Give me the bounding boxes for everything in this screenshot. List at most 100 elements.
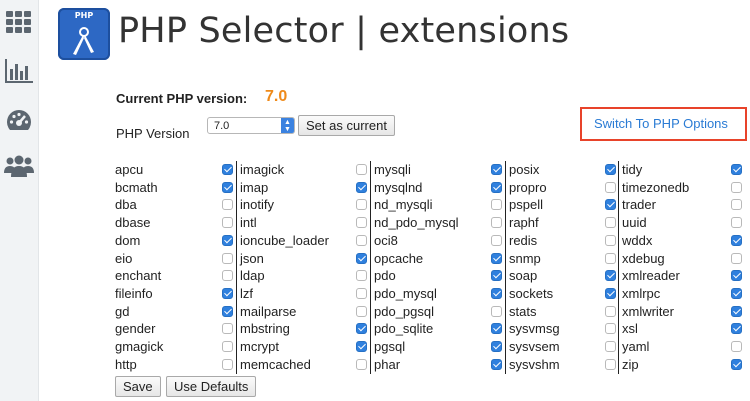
extension-checkbox[interactable] [731,287,742,299]
extension-name: xmlreader [622,268,680,284]
extension-name: timezonedb [622,179,690,195]
extension-checkbox[interactable] [731,234,742,246]
extension-checkbox[interactable] [491,358,502,370]
extension-name: snmp [509,250,541,266]
bar-chart-icon[interactable] [4,56,34,86]
extension-checkbox[interactable] [491,287,502,299]
extension-row: sysvmsg [506,320,619,338]
extension-checkbox[interactable] [605,305,616,317]
extension-checkbox[interactable] [731,217,742,229]
extension-column: mysqli mysqlnd nd_mysqli nd_pdo_mysql oci8 op… [370,161,506,374]
extension-checkbox[interactable] [222,217,233,229]
extension-checkbox[interactable] [605,199,616,211]
extension-checkbox[interactable] [605,270,616,282]
extension-checkbox[interactable] [356,252,367,264]
extension-checkbox[interactable] [222,164,233,175]
extension-checkbox[interactable] [605,217,616,229]
extension-row: propro [506,179,619,197]
extension-checkbox[interactable] [222,358,233,370]
extension-checkbox[interactable] [605,358,616,370]
extension-checkbox[interactable] [491,199,502,211]
extension-checkbox[interactable] [356,234,367,246]
extension-checkbox[interactable] [491,217,502,229]
extension-checkbox[interactable] [356,181,367,193]
extension-checkbox[interactable] [731,323,742,335]
extension-checkbox[interactable] [356,217,367,229]
extension-row: gd [112,303,236,321]
extension-checkbox[interactable] [356,199,367,211]
extension-checkbox[interactable] [605,252,616,264]
extension-checkbox[interactable] [605,323,616,335]
extension-checkbox[interactable] [491,164,502,175]
extension-checkbox[interactable] [605,164,616,175]
extension-checkbox[interactable] [222,199,233,211]
extension-checkbox[interactable] [491,323,502,335]
users-icon[interactable] [4,151,34,181]
extension-checkbox[interactable] [222,252,233,264]
extension-checkbox[interactable] [731,305,742,317]
extension-checkbox[interactable] [491,270,502,282]
extension-row: wddx [619,232,743,250]
extension-checkbox[interactable] [356,287,367,299]
extension-checkbox[interactable] [222,181,233,193]
extension-checkbox[interactable] [356,305,367,317]
extension-checkbox[interactable] [222,341,233,352]
extension-row: timezonedb [619,179,743,197]
extension-name: xsl [622,321,638,337]
extension-row: dba [112,196,236,214]
extension-checkbox[interactable] [491,181,502,193]
extension-row: imap [237,179,371,197]
extension-checkbox[interactable] [356,341,367,352]
extension-checkbox[interactable] [356,358,367,370]
extension-checkbox[interactable] [222,287,233,299]
extension-row: ldap [237,267,371,285]
extension-column: imagick imap inotify intl ioncube_loader json… [236,161,371,374]
extension-checkbox[interactable] [605,287,616,299]
extension-checkbox[interactable] [605,341,616,352]
extension-row: gender [112,320,236,338]
extension-checkbox[interactable] [731,341,742,352]
set-as-current-button[interactable]: Set as current [298,115,395,136]
extension-checkbox[interactable] [356,323,367,335]
extension-name: opcache [374,250,424,266]
switch-to-php-options-link[interactable]: Switch To PHP Options [594,116,728,131]
extension-row: enchant [112,267,236,285]
use-defaults-button[interactable]: Use Defaults [166,376,257,397]
extension-checkbox[interactable] [731,358,742,370]
extension-checkbox[interactable] [731,199,742,211]
extension-row: ioncube_loader [237,232,371,250]
extension-checkbox[interactable] [731,252,742,264]
extension-checkbox[interactable] [356,270,367,282]
extension-name: sysvsem [509,339,560,354]
extension-checkbox[interactable] [731,181,742,193]
extension-row: xmlreader [619,267,743,285]
php-version-selected: 7.0 [214,120,230,132]
extension-checkbox[interactable] [731,164,742,175]
extension-column: posix propro pspell raphf redis snmp soap socke… [505,161,619,374]
dashboard-icon[interactable] [4,105,34,135]
extension-row: soap [506,267,619,285]
php-version-select[interactable]: 7.0 ▲ ▼ [207,117,295,134]
extension-checkbox[interactable] [356,164,367,175]
extension-checkbox[interactable] [605,181,616,193]
extension-checkbox[interactable] [222,305,233,317]
extension-name: sysvmsg [509,321,560,337]
extension-checkbox[interactable] [222,323,233,335]
extension-checkbox[interactable] [222,270,233,282]
extension-name: redis [509,232,538,248]
extension-checkbox[interactable] [222,234,233,246]
extension-name: mysqlnd [374,179,423,195]
extension-checkbox[interactable] [491,305,502,317]
extension-row: bcmath [112,179,236,197]
save-button[interactable]: Save [115,376,161,397]
extension-checkbox[interactable] [491,341,502,352]
extension-checkbox[interactable] [491,234,502,246]
extension-row: pspell [506,196,619,214]
extension-name: http [115,356,137,372]
extension-name: mbstring [240,321,290,337]
extension-checkbox[interactable] [605,234,616,246]
extension-checkbox[interactable] [731,270,742,282]
extension-row: gmagick [112,338,236,356]
grid-icon[interactable] [4,7,34,37]
extension-checkbox[interactable] [491,252,502,264]
